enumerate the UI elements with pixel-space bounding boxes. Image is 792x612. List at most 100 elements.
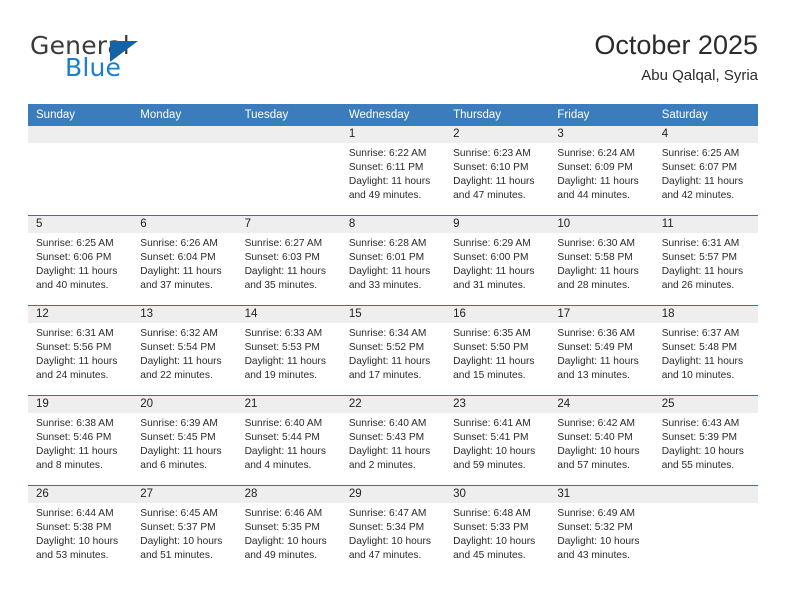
day-cell[interactable]: 6 Sunrise: 6:26 AM Sunset: 6:04 PM Daylight… (132, 215, 237, 306)
title-block: October 2025 Abu Qalqal, Syria (594, 28, 758, 87)
day-cell[interactable]: 17 Sunrise: 6:36 AM Sunset: 5:49 PM Dayligh… (549, 305, 654, 396)
daylight-text-line1: Daylight: 11 hours (244, 356, 326, 368)
day-number: 6 (132, 216, 237, 233)
day-cell[interactable]: 15 Sunrise: 6:34 AM Sunset: 5:52 PM Dayligh… (340, 305, 446, 396)
day-cell[interactable]: 14 Sunrise: 6:33 AM Sunset: 5:53 PM Dayligh… (236, 305, 341, 396)
day-cell[interactable]: 28 Sunrise: 6:46 AM Sunset: 5:35 PM Dayligh… (236, 485, 341, 575)
day-number: 2 (445, 126, 550, 143)
day-cell[interactable]: 23 Sunrise: 6:41 AM Sunset: 5:41 PM Dayligh… (445, 395, 550, 486)
day-cell[interactable]: 2 Sunrise: 6:23 AM Sunset: 6:10 PM Daylight… (445, 126, 550, 216)
day-cell[interactable]: 8 Sunrise: 6:28 AM Sunset: 6:01 PM Daylight… (340, 215, 446, 306)
sunrise-text: Sunrise: 6:22 AM (348, 148, 427, 159)
day-cell[interactable]: 4 Sunrise: 6:25 AM Sunset: 6:07 PM Daylight… (653, 126, 758, 216)
sunset-text: Sunset: 5:50 PM (453, 342, 529, 354)
day-cell[interactable] (236, 126, 341, 216)
daylight-text-line2: and 59 minutes. (453, 460, 526, 472)
day-cell[interactable]: 20 Sunrise: 6:39 AM Sunset: 5:45 PM Dayligh… (132, 395, 237, 486)
daylight-text-line1: Daylight: 11 hours (557, 176, 639, 188)
sunset-text: Sunset: 5:45 PM (140, 432, 216, 444)
day-cell[interactable]: 9 Sunrise: 6:29 AM Sunset: 6:00 PM Daylight… (445, 215, 550, 306)
day-cell[interactable]: 1 Sunrise: 6:22 AM Sunset: 6:11 PM Daylight… (340, 126, 446, 216)
weekday-header-monday: Monday (132, 104, 237, 126)
day-cell[interactable] (653, 485, 758, 575)
weekday-header-tuesday: Tuesday (236, 104, 341, 126)
sunset-text: Sunset: 5:54 PM (140, 342, 216, 354)
sunset-text: Sunset: 6:10 PM (453, 162, 529, 174)
sunset-text: Sunset: 6:01 PM (348, 252, 425, 264)
day-number: 22 (340, 396, 446, 413)
page-title: October 2025 (594, 30, 758, 60)
sunset-text: Sunset: 6:11 PM (348, 162, 424, 174)
day-number (28, 126, 133, 143)
sunrise-text: Sunrise: 6:26 AM (140, 238, 218, 249)
sunset-text: Sunset: 6:03 PM (244, 252, 320, 264)
calendar-body: 1 Sunrise: 6:22 AM Sunset: 6:11 PM Daylight… (28, 126, 758, 575)
daylight-text-line1: Daylight: 11 hours (244, 266, 326, 278)
daylight-text-line2: and 6 minutes. (140, 460, 208, 472)
day-number: 11 (653, 216, 758, 233)
sunset-text: Sunset: 5:53 PM (244, 342, 320, 354)
daylight-text-line2: and 19 minutes. (244, 370, 318, 382)
general-blue-logo[interactable]: General Blue (30, 32, 250, 92)
day-cell[interactable] (132, 126, 237, 216)
daylight-text-line2: and 8 minutes. (36, 460, 103, 472)
daylight-text-line1: Daylight: 10 hours (140, 536, 223, 548)
daylight-text-line2: and 49 minutes. (244, 550, 318, 562)
sunrise-sunset-calendar-table: Sunday Monday Tuesday Wednesday Thursday… (28, 104, 758, 575)
sunrise-text: Sunrise: 6:27 AM (244, 238, 323, 249)
sunset-text: Sunset: 5:44 PM (244, 432, 320, 444)
daylight-text-line2: and 31 minutes. (453, 280, 526, 292)
sunrise-text: Sunrise: 6:35 AM (453, 328, 531, 339)
day-cell[interactable]: 7 Sunrise: 6:27 AM Sunset: 6:03 PM Daylight… (236, 215, 341, 306)
daylight-text-line1: Daylight: 11 hours (661, 266, 744, 278)
weekday-header-sunday: Sunday (28, 104, 133, 126)
daylight-text-line1: Daylight: 10 hours (557, 536, 640, 548)
day-cell[interactable]: 30 Sunrise: 6:48 AM Sunset: 5:33 PM Dayligh… (445, 485, 550, 575)
calendar-page: General Blue October 2025 Abu Qalqal, Sy… (0, 0, 792, 612)
daylight-text-line1: Daylight: 11 hours (453, 266, 535, 278)
daylight-text-line1: Daylight: 11 hours (36, 266, 118, 278)
calendar-week-row: 26 Sunrise: 6:44 AM Sunset: 5:38 PM Dayligh… (28, 485, 758, 575)
day-number: 3 (549, 126, 654, 143)
day-cell[interactable]: 12 Sunrise: 6:31 AM Sunset: 5:56 PM Dayligh… (28, 305, 133, 396)
day-number: 23 (445, 396, 550, 413)
sunrise-text: Sunrise: 6:31 AM (661, 238, 740, 249)
day-number: 18 (653, 306, 758, 323)
sunrise-text: Sunrise: 6:39 AM (140, 418, 218, 429)
weekday-header-saturday: Saturday (653, 104, 758, 126)
sunset-text: Sunset: 5:33 PM (453, 522, 529, 534)
day-cell[interactable]: 24 Sunrise: 6:42 AM Sunset: 5:40 PM Dayligh… (549, 395, 654, 486)
day-cell[interactable]: 31 Sunrise: 6:49 AM Sunset: 5:32 PM Dayligh… (549, 485, 654, 575)
day-cell[interactable]: 5 Sunrise: 6:25 AM Sunset: 6:06 PM Daylight… (28, 215, 133, 306)
day-number (132, 126, 237, 143)
sunset-text: Sunset: 5:41 PM (453, 432, 529, 444)
sunrise-text: Sunrise: 6:30 AM (557, 238, 635, 249)
day-cell[interactable]: 21 Sunrise: 6:40 AM Sunset: 5:44 PM Dayligh… (236, 395, 341, 486)
day-cell[interactable]: 13 Sunrise: 6:32 AM Sunset: 5:54 PM Dayligh… (132, 305, 237, 396)
day-cell[interactable]: 11 Sunrise: 6:31 AM Sunset: 5:57 PM Dayligh… (653, 215, 758, 306)
day-cell[interactable]: 22 Sunrise: 6:40 AM Sunset: 5:43 PM Dayligh… (340, 395, 446, 486)
day-cell[interactable]: 25 Sunrise: 6:43 AM Sunset: 5:39 PM Dayligh… (653, 395, 758, 486)
day-cell[interactable]: 29 Sunrise: 6:47 AM Sunset: 5:34 PM Dayligh… (340, 485, 446, 575)
sunrise-text: Sunrise: 6:44 AM (36, 508, 114, 519)
day-cell[interactable]: 26 Sunrise: 6:44 AM Sunset: 5:38 PM Dayligh… (28, 485, 133, 575)
sunrise-text: Sunrise: 6:34 AM (348, 328, 427, 339)
daylight-text-line1: Daylight: 11 hours (661, 356, 744, 368)
day-number: 14 (236, 306, 341, 323)
sunset-text: Sunset: 5:49 PM (557, 342, 633, 354)
day-cell[interactable]: 27 Sunrise: 6:45 AM Sunset: 5:37 PM Dayligh… (132, 485, 237, 575)
daylight-text-line2: and 47 minutes. (348, 550, 422, 562)
weekday-header-wednesday: Wednesday (340, 104, 446, 126)
sunrise-text: Sunrise: 6:24 AM (557, 148, 635, 159)
day-cell[interactable]: 16 Sunrise: 6:35 AM Sunset: 5:50 PM Dayligh… (445, 305, 550, 396)
day-cell[interactable] (28, 126, 133, 216)
calendar-week-row: 5 Sunrise: 6:25 AM Sunset: 6:06 PM Daylight… (28, 215, 758, 306)
day-cell[interactable]: 10 Sunrise: 6:30 AM Sunset: 5:58 PM Dayligh… (549, 215, 654, 306)
day-cell[interactable]: 18 Sunrise: 6:37 AM Sunset: 5:48 PM Dayligh… (653, 305, 758, 396)
page-subtitle-location: Abu Qalqal, Syria (641, 67, 758, 84)
day-number: 29 (340, 486, 446, 503)
day-number: 26 (28, 486, 133, 503)
day-number: 24 (549, 396, 654, 413)
day-cell[interactable]: 19 Sunrise: 6:38 AM Sunset: 5:46 PM Dayligh… (28, 395, 133, 486)
day-cell[interactable]: 3 Sunrise: 6:24 AM Sunset: 6:09 PM Daylight… (549, 126, 654, 216)
